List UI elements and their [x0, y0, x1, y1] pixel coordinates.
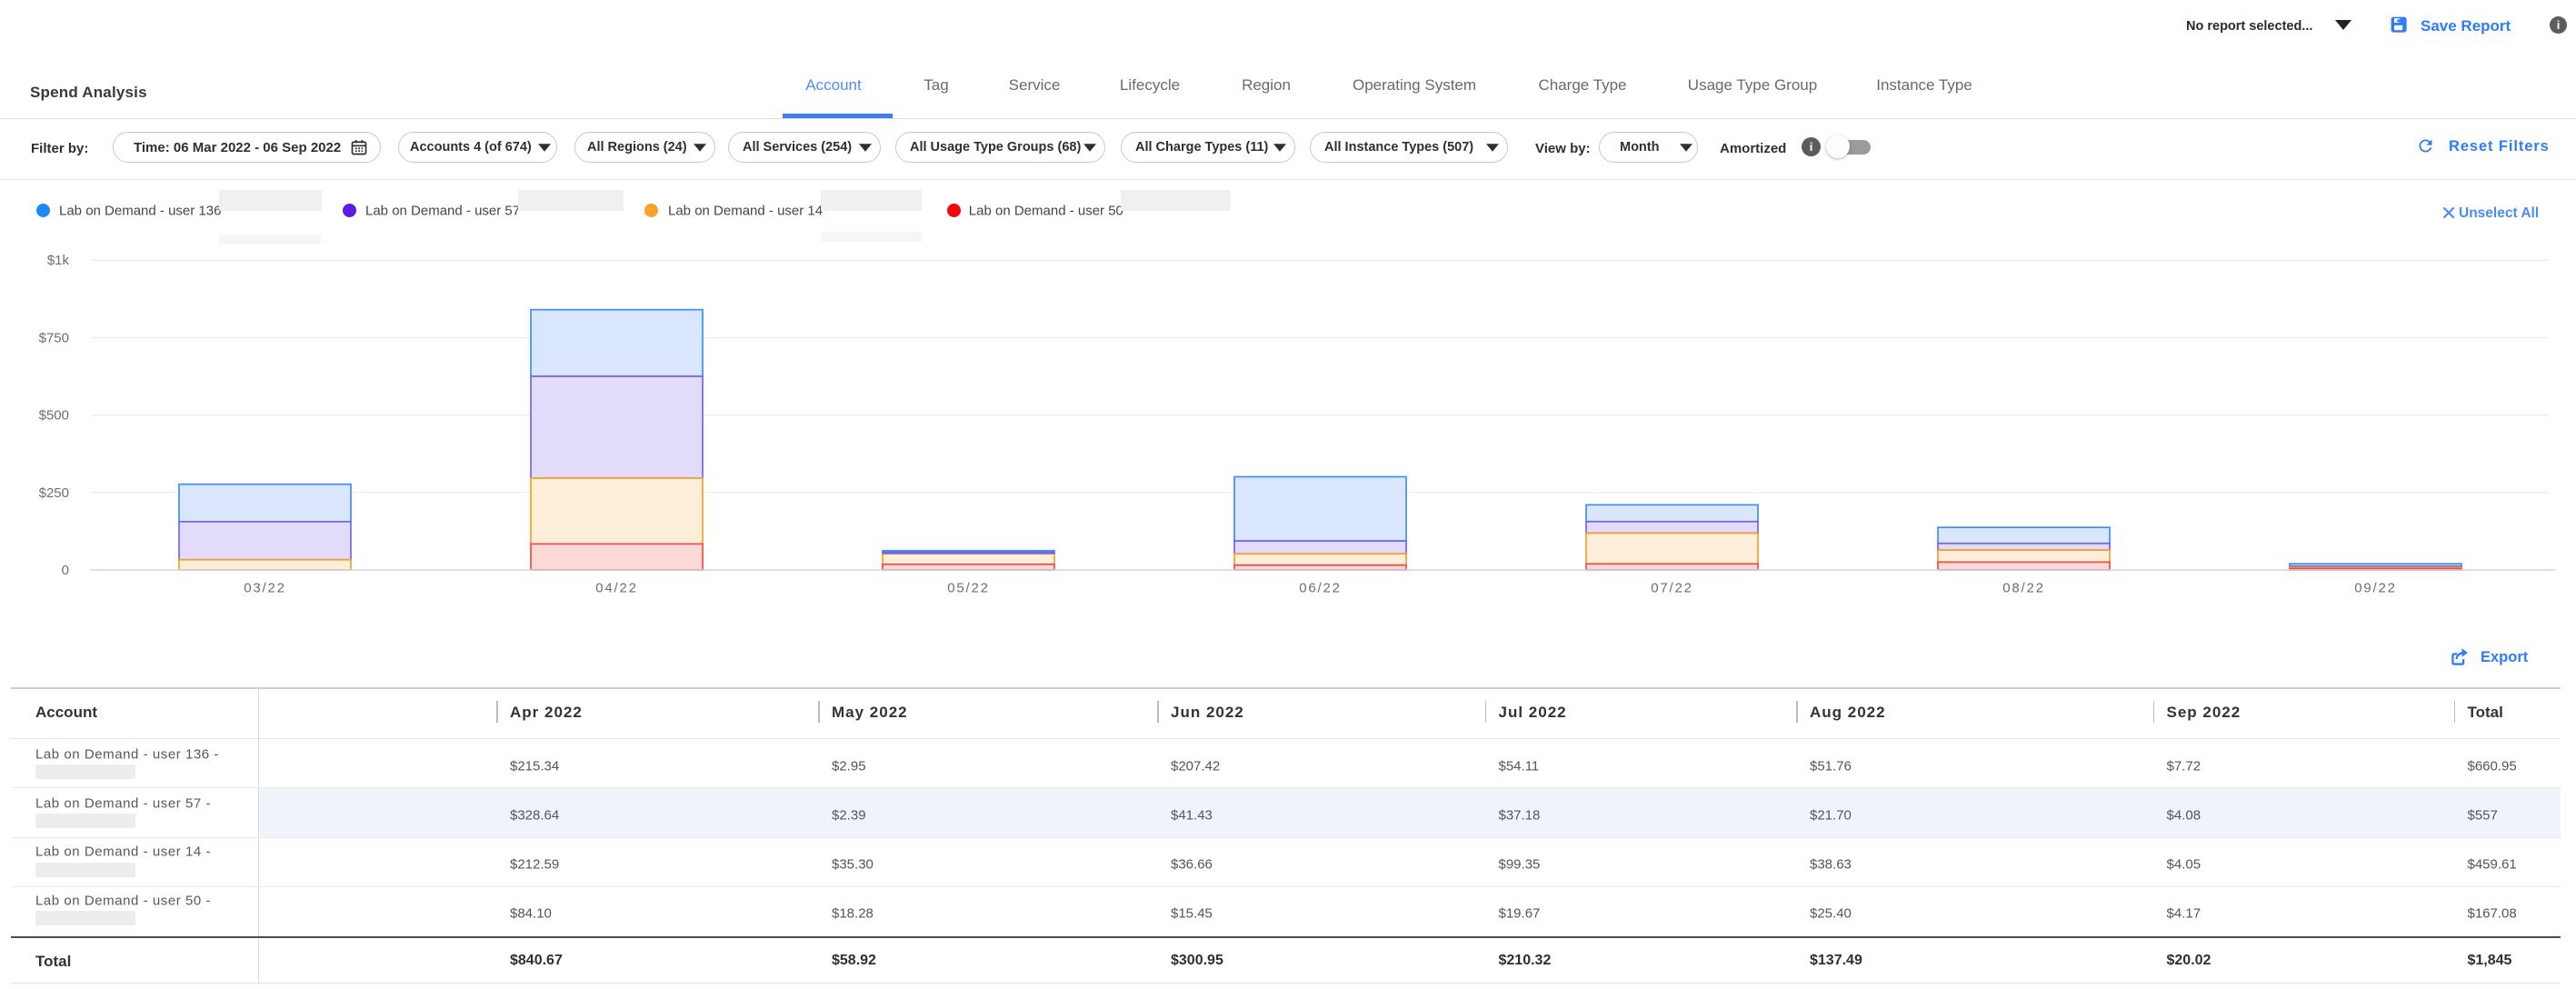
- svg-text:$1k: $1k: [47, 253, 70, 268]
- svg-text:0: 0: [62, 563, 69, 578]
- svg-text:$750: $750: [39, 330, 69, 345]
- svg-text:$250: $250: [39, 485, 69, 501]
- svg-text:$500: $500: [39, 408, 69, 424]
